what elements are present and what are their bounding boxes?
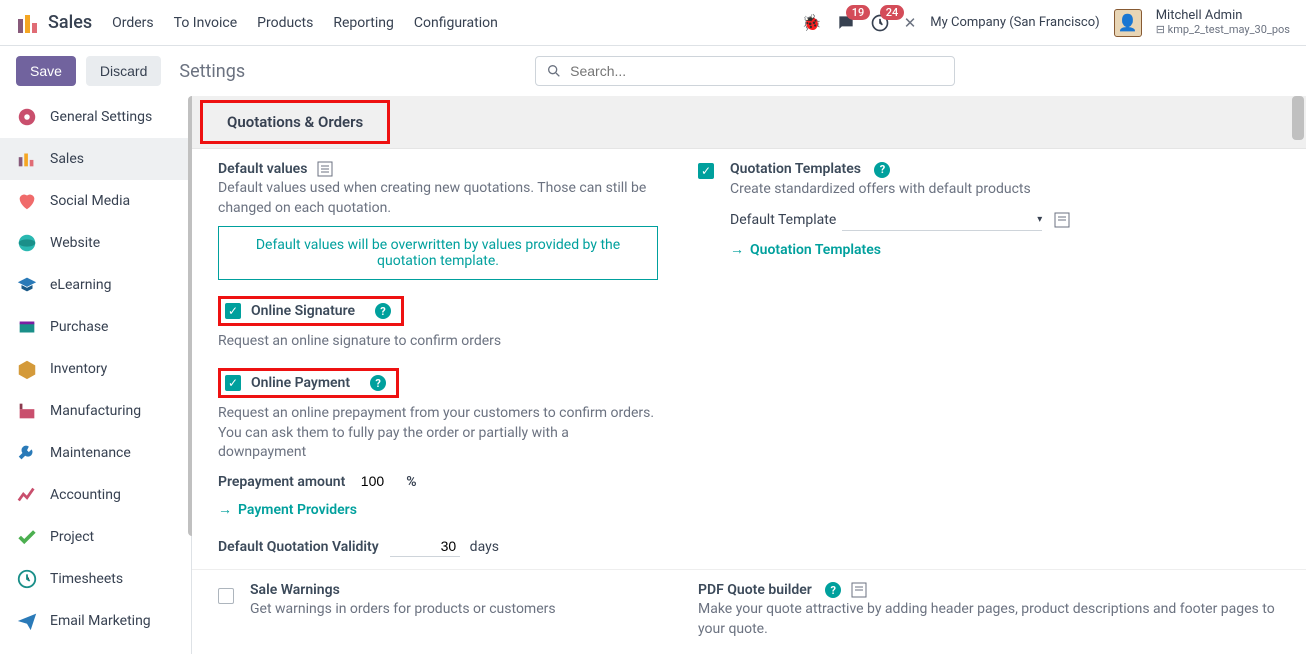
settings-content: Quotations & Orders Default values Defau… (192, 96, 1306, 654)
online-payment-title: Online Payment (251, 375, 350, 391)
search-box[interactable] (535, 56, 955, 86)
wrench-icon[interactable]: ✕ (904, 14, 917, 32)
prepay-input[interactable] (357, 471, 397, 491)
validity-label: Default Quotation Validity (218, 539, 379, 555)
sidebar-item-website[interactable]: Website (0, 222, 191, 264)
avatar[interactable]: 👤 (1114, 9, 1142, 37)
quotation-templates-link[interactable]: →Quotation Templates (730, 241, 1280, 258)
activity-badge: 24 (880, 5, 905, 20)
online-signature-title: Online Signature (251, 303, 355, 319)
check-icon (16, 526, 38, 548)
quotation-templates-desc: Create standardized offers with default … (730, 180, 1280, 200)
sale-warnings-title: Sale Warnings (250, 582, 340, 598)
plane-icon (16, 610, 38, 632)
online-signature-checkbox[interactable] (225, 303, 241, 319)
online-signature-desc: Request an online signature to confirm o… (218, 332, 658, 352)
search-input[interactable] (570, 63, 944, 79)
validity-unit: days (470, 539, 499, 555)
sidebar-item-social-media[interactable]: Social Media (0, 180, 191, 222)
default-template-label: Default Template (730, 212, 836, 228)
graduation-icon (16, 274, 38, 296)
page-title: Settings (179, 61, 245, 82)
chat-icon[interactable]: 19 (836, 13, 856, 33)
dev-icon[interactable] (1054, 212, 1070, 228)
quotation-templates-title: Quotation Templates (730, 161, 861, 177)
prepay-unit: % (406, 474, 416, 490)
sidebar-item-inventory[interactable]: Inventory (0, 348, 191, 390)
quotation-templates-checkbox[interactable] (698, 163, 714, 179)
online-payment-desc: Request an online prepayment from your c… (218, 404, 658, 463)
app-icon (16, 11, 40, 35)
settings-sidebar: General Settings Sales Social Media Webs… (0, 96, 192, 654)
sidebar-item-sales[interactable]: Sales (0, 138, 191, 180)
save-button[interactable]: Save (16, 56, 76, 86)
nav-orders[interactable]: Orders (112, 15, 154, 31)
bug-icon[interactable]: 🐞 (802, 13, 822, 32)
sale-warnings-checkbox[interactable] (218, 588, 234, 604)
sidebar-item-timesheets[interactable]: Timesheets (0, 558, 191, 600)
help-icon[interactable]: ? (375, 303, 391, 319)
chart-icon (16, 484, 38, 506)
dev-icon[interactable] (317, 161, 333, 177)
sidebar-item-maintenance[interactable]: Maintenance (0, 432, 191, 474)
gear-icon (16, 106, 38, 128)
user-menu[interactable]: Mitchell Admin ⊟ kmp_2_test_may_30_pos (1156, 9, 1290, 35)
help-icon[interactable]: ? (874, 162, 890, 178)
default-values-title: Default values (218, 161, 307, 177)
sidebar-item-accounting[interactable]: Accounting (0, 474, 191, 516)
sidebar-item-elearning[interactable]: eLearning (0, 264, 191, 306)
default-template-select[interactable]: ▾ (842, 209, 1042, 231)
sidebar-item-purchase[interactable]: Purchase (0, 306, 191, 348)
nav-reporting[interactable]: Reporting (333, 15, 394, 31)
sidebar-item-employees[interactable]: Employees (0, 642, 191, 654)
online-payment-checkbox[interactable] (225, 375, 241, 391)
activity-icon[interactable]: 24 (870, 13, 890, 33)
users-icon (16, 652, 38, 654)
sales-icon (16, 148, 38, 170)
content-scrollbar-thumb[interactable] (1292, 96, 1304, 140)
sale-warnings-desc: Get warnings in orders for products or c… (250, 600, 556, 620)
app-title[interactable]: Sales (48, 12, 92, 33)
user-db: ⊟ kmp_2_test_may_30_pos (1156, 24, 1290, 36)
dev-icon[interactable] (851, 582, 867, 598)
pdf-builder-desc: Make your quote attractive by adding hea… (698, 600, 1280, 639)
globe-icon (16, 232, 38, 254)
nav-to-invoice[interactable]: To Invoice (174, 15, 238, 31)
nav-configuration[interactable]: Configuration (414, 15, 498, 31)
search-icon (546, 63, 562, 79)
validity-input[interactable] (390, 536, 460, 557)
wrench-icon (16, 442, 38, 464)
sidebar-item-general-settings[interactable]: General Settings (0, 96, 191, 138)
clock-icon (16, 568, 38, 590)
sidebar-item-manufacturing[interactable]: Manufacturing (0, 390, 191, 432)
pdf-builder-title: PDF Quote builder (698, 582, 812, 598)
payment-providers-link[interactable]: →Payment Providers (218, 501, 658, 518)
section-header: Quotations & Orders (200, 100, 390, 144)
top-navbar: Sales Orders To Invoice Products Reporti… (0, 0, 1306, 46)
default-values-desc: Default values used when creating new qu… (218, 179, 658, 218)
default-values-info: Default values will be overwritten by va… (218, 226, 658, 280)
help-icon[interactable]: ? (825, 582, 841, 598)
factory-icon (16, 400, 38, 422)
help-icon[interactable]: ? (370, 375, 386, 391)
discard-button[interactable]: Discard (86, 56, 161, 86)
box-icon (16, 358, 38, 380)
sidebar-item-project[interactable]: Project (0, 516, 191, 558)
sidebar-item-email-marketing[interactable]: Email Marketing (0, 600, 191, 642)
user-name: Mitchell Admin (1156, 9, 1290, 23)
prepay-label: Prepayment amount (218, 474, 345, 490)
heart-icon (16, 190, 38, 212)
nav-links: Orders To Invoice Products Reporting Con… (112, 15, 498, 31)
nav-products[interactable]: Products (257, 15, 313, 31)
action-bar: Save Discard Settings (0, 46, 1306, 96)
purchase-icon (16, 316, 38, 338)
company-name[interactable]: My Company (San Francisco) (930, 15, 1099, 30)
chat-badge: 19 (846, 5, 871, 20)
